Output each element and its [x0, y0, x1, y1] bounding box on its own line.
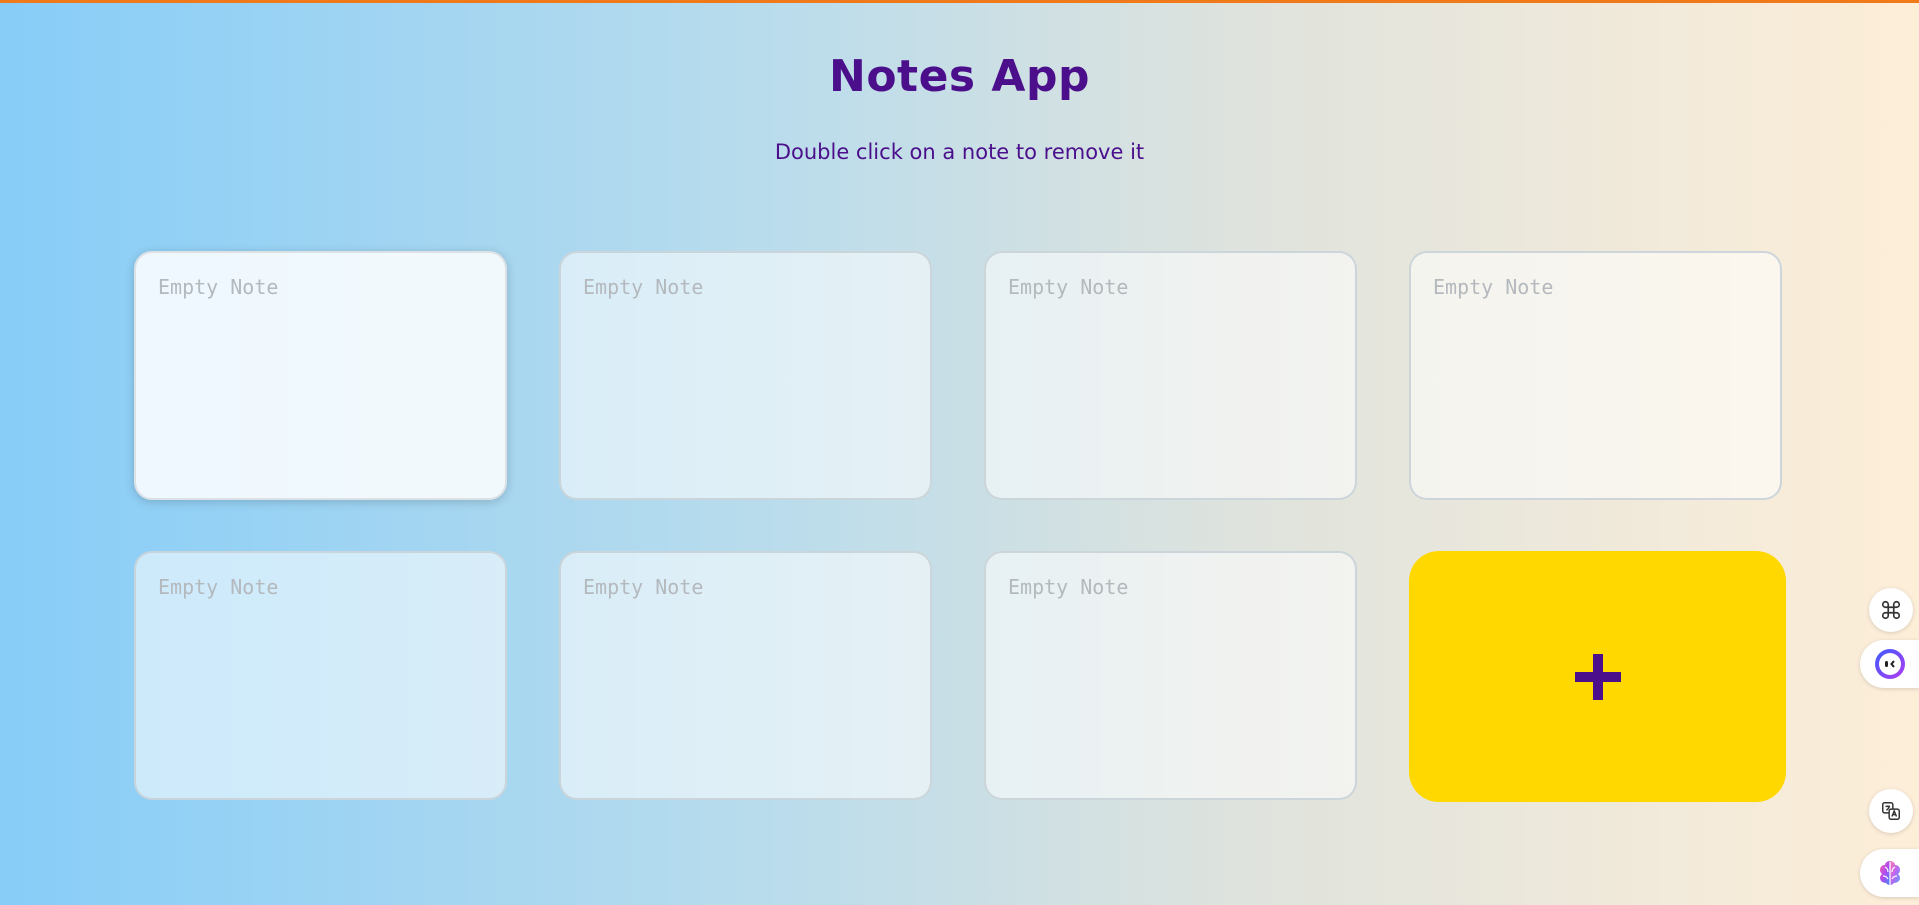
command-icon [1881, 600, 1901, 620]
note-1[interactable] [134, 251, 507, 500]
add-note-button[interactable] [1409, 551, 1786, 802]
translate-button[interactable] [1869, 789, 1913, 833]
brain-icon [1879, 861, 1900, 885]
assistant-chat-icon [1874, 649, 1905, 679]
top-accent-bar [0, 0, 1919, 3]
page-subtitle: Double click on a note to remove it [774, 140, 1145, 164]
note-7[interactable] [984, 551, 1357, 800]
ai-brain-button[interactable] [1860, 849, 1919, 897]
note-3[interactable] [984, 251, 1357, 500]
note-4[interactable] [1409, 251, 1782, 500]
translate-icon [1882, 802, 1900, 820]
plus-icon [1574, 653, 1621, 700]
command-button[interactable] [1869, 588, 1913, 632]
note-5[interactable] [134, 551, 507, 800]
note-2[interactable] [559, 251, 932, 500]
note-6[interactable] [559, 551, 932, 800]
page-title: Notes App [829, 51, 1090, 102]
assistant-chat-button[interactable] [1860, 640, 1919, 688]
